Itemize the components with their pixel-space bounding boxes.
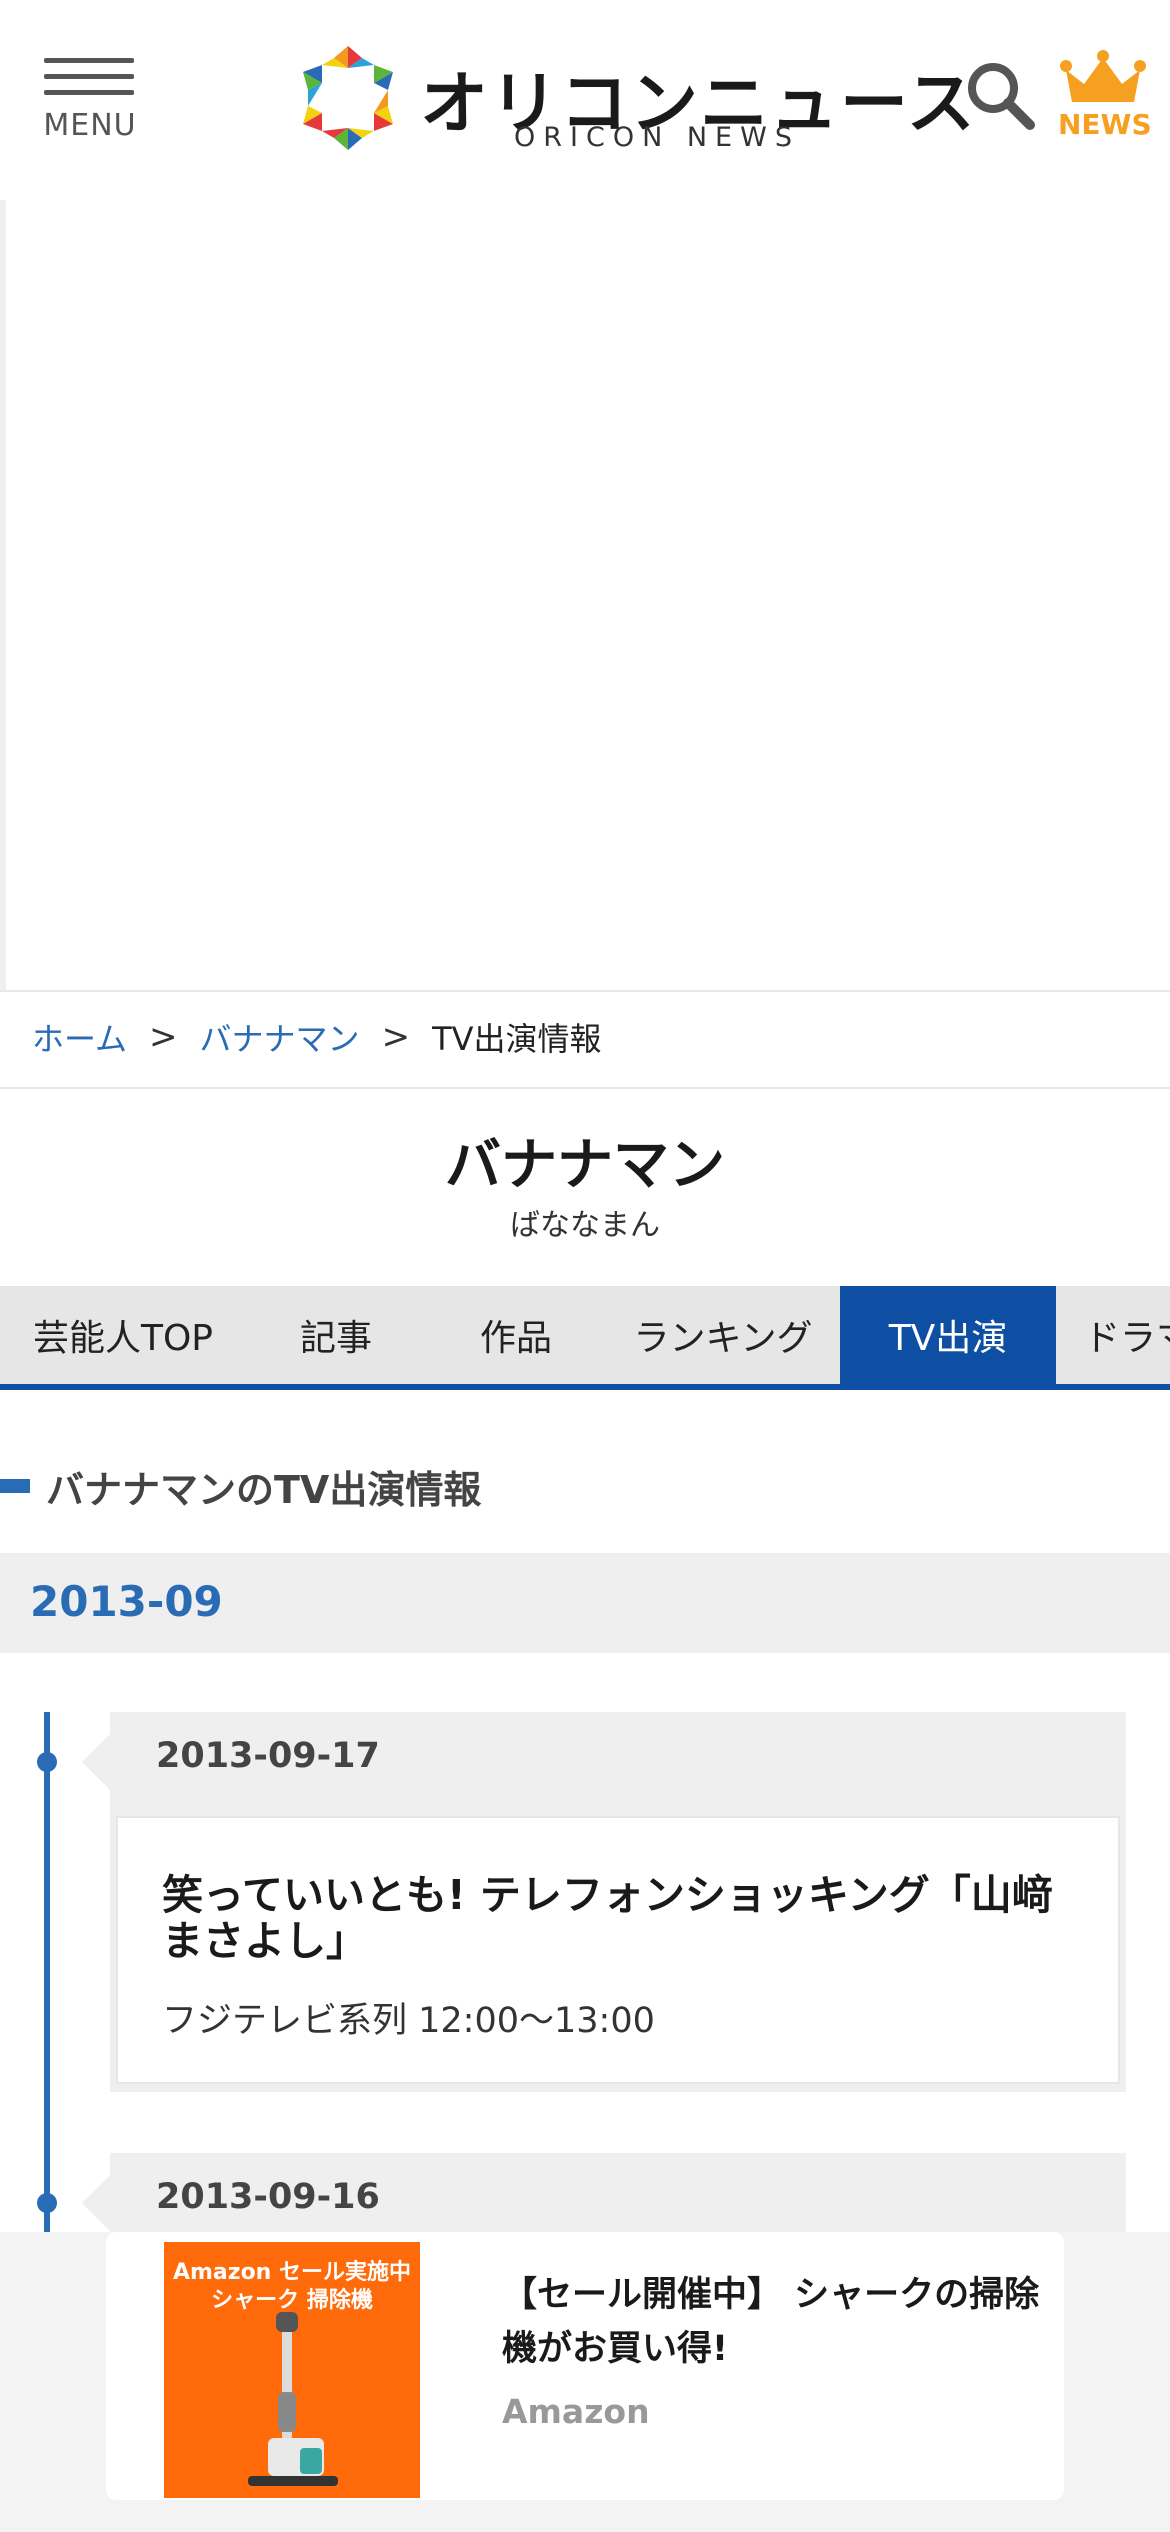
news-label: NEWS — [1058, 108, 1152, 141]
news-ranking-button[interactable]: NEWS — [1058, 50, 1152, 142]
divider — [0, 990, 1170, 992]
entry-date: 2013-09-17 — [156, 1736, 380, 1776]
tab-drama[interactable]: ドラマ — [1056, 1286, 1170, 1384]
oricon-logo-icon — [303, 46, 393, 150]
section-heading-text: バナナマンのTV出演情報 — [46, 1467, 482, 1512]
month-header: 2013-09 — [0, 1553, 1170, 1653]
menu-button[interactable]: MENU — [42, 56, 138, 146]
breadcrumb-home-link[interactable]: ホーム — [32, 1014, 127, 1060]
timeline-line — [44, 1712, 50, 2232]
tab-talent-top[interactable]: 芸能人TOP — [0, 1286, 246, 1384]
entry-title[interactable]: 笑っていいとも! テレフォンショッキング「山﨑まさよし」 — [162, 1872, 1072, 1964]
bottom-sticky-ad[interactable]: Amazon セール実施中 シャーク 掃除機 【セール開催中】 シャークの掃除機… — [106, 2232, 1064, 2500]
divider — [0, 1087, 1170, 1089]
logo-subtext: ORICON NEWS — [514, 122, 800, 153]
tab-works[interactable]: 作品 — [426, 1286, 606, 1384]
vacuum-cleaner-icon — [248, 2312, 338, 2486]
entry-card[interactable]: 笑っていいとも! テレフォンショッキング「山﨑まさよし」 フジテレビ系列 12:… — [116, 1816, 1120, 2084]
search-icon — [968, 63, 1035, 130]
breadcrumb-separator: > — [149, 1017, 178, 1057]
tab-articles[interactable]: 記事 — [246, 1286, 426, 1384]
tab-tv-appearances[interactable]: TV出演 — [840, 1286, 1056, 1384]
timeline-dot — [37, 1752, 57, 1772]
ad-source: Amazon — [502, 2392, 650, 2431]
entry-arrow — [82, 1734, 110, 1790]
breadcrumb-current: TV出演情報 — [432, 1020, 602, 1058]
breadcrumb-artist-link[interactable]: バナナマン — [200, 1014, 360, 1060]
section-heading: バナナマンのTV出演情報 — [0, 1456, 481, 1516]
timeline-dot — [37, 2193, 57, 2213]
entry-arrow — [82, 2175, 110, 2231]
hamburger-icon-bar — [44, 90, 134, 95]
tv-entry: 2013-09-17 笑っていいとも! テレフォンショッキング「山﨑まさよし」 … — [82, 1712, 1126, 2092]
ad-placeholder — [0, 200, 1170, 990]
entry-meta: フジテレビ系列 12:00〜13:00 — [162, 2001, 655, 2041]
artist-tabs: 芸能人TOP 記事 作品 ランキング TV出演 ドラマ — [0, 1286, 1170, 1390]
crown-icon — [1060, 50, 1146, 102]
hamburger-icon-bar — [44, 74, 134, 79]
entry-date: 2013-09-16 — [156, 2177, 380, 2217]
hamburger-icon — [44, 58, 134, 63]
site-header: MENU オリコンニュース ORICON NEWS NEWS — [0, 0, 1170, 200]
month-label: 2013-09 — [30, 1577, 223, 1626]
tab-ranking[interactable]: ランキング — [606, 1286, 840, 1384]
breadcrumb-separator: > — [381, 1017, 411, 1057]
page-title: バナナマン — [445, 1133, 725, 1198]
ad-title[interactable]: 【セール開催中】 シャークの掃除機がお買い得! — [502, 2268, 1042, 2376]
oricon-news-logo[interactable]: オリコンニュース ORICON NEWS — [296, 40, 975, 160]
menu-label: MENU — [43, 108, 137, 143]
breadcrumb: ホーム > バナナマン > TV出演情報 — [32, 1012, 602, 1062]
heading-marker — [0, 1479, 30, 1493]
ad-thumbnail[interactable]: Amazon セール実施中 シャーク 掃除機 — [164, 2242, 420, 2498]
search-button[interactable] — [965, 60, 1037, 132]
page-title-kana: ばななまん — [510, 1208, 660, 1243]
